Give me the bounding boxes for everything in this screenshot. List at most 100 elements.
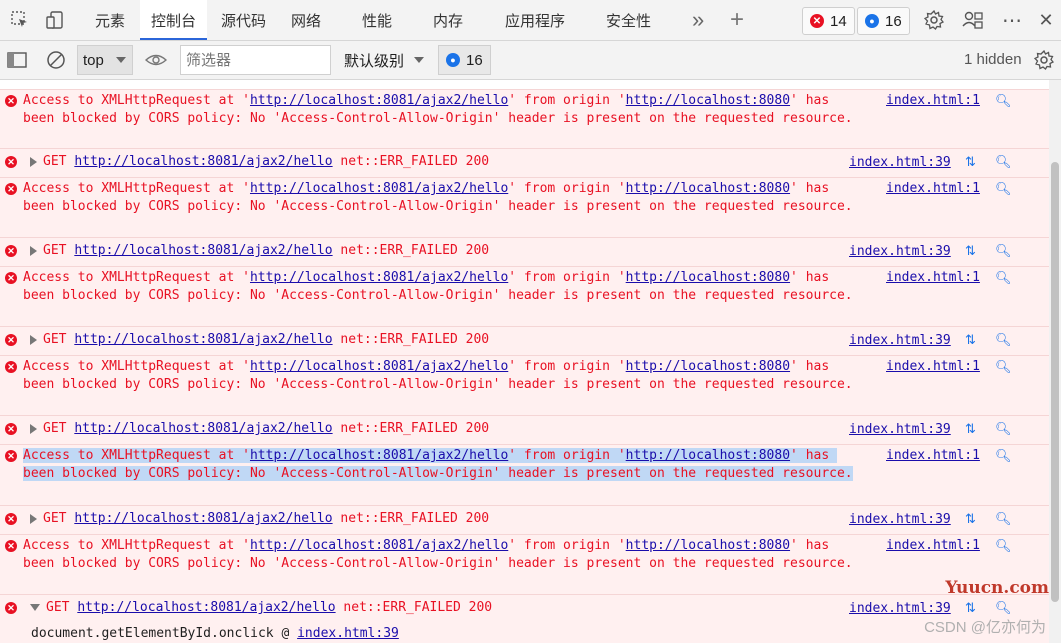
cors-error-message[interactable]: ✕ Access to XMLHttpRequest at 'http://loc…	[0, 534, 1049, 594]
search-icon[interactable]: 🔍︎	[995, 332, 1012, 348]
log-level-dropdown[interactable]: 默认级别	[344, 45, 425, 75]
expand-triangle-down-icon[interactable]	[30, 604, 40, 611]
more-options-icon[interactable]: ⋯	[1001, 9, 1023, 32]
tab-elements[interactable]: 元素	[95, 0, 125, 40]
clear-console-icon[interactable]	[45, 49, 67, 71]
request-url-link[interactable]: http://localhost:8081/ajax2/hello	[74, 332, 332, 347]
get-request-line[interactable]: GET http://localhost:8081/ajax2/hello ne…	[30, 154, 489, 169]
search-icon[interactable]: 🔍︎	[995, 421, 1012, 437]
search-icon[interactable]: 🔍︎	[995, 181, 1012, 197]
tab-sources[interactable]: 源代码	[221, 0, 266, 40]
source-link[interactable]: index.html:39	[849, 244, 951, 259]
scrollbar-thumb[interactable]	[1051, 162, 1059, 602]
expand-triangle-icon[interactable]	[30, 334, 37, 345]
errors-count-badge[interactable]: ✕ 14	[802, 7, 855, 35]
origin-url-link[interactable]: http://localhost:8080	[626, 93, 790, 108]
origin-url-link[interactable]: http://localhost:8080	[626, 359, 790, 374]
source-link[interactable]: index.html:1	[886, 93, 980, 108]
search-icon[interactable]: 🔍︎	[995, 154, 1012, 170]
settings-gear-icon[interactable]	[923, 9, 945, 31]
inspect-element-icon[interactable]	[9, 9, 31, 31]
request-url-link[interactable]: http://localhost:8081/ajax2/hello	[74, 243, 332, 258]
cors-error-message[interactable]: ✕ Access to XMLHttpRequest at 'http://loc…	[0, 89, 1049, 148]
close-devtools-icon[interactable]: ✕	[1035, 9, 1057, 31]
console-scrollbar[interactable]	[1049, 80, 1061, 643]
tab-network[interactable]: 网络	[291, 0, 321, 40]
tab-application[interactable]: 应用程序	[505, 0, 565, 40]
network-request-icon[interactable]: ⇅	[965, 332, 976, 348]
source-link[interactable]: index.html:39	[849, 333, 951, 348]
search-icon[interactable]: 🔍︎	[995, 270, 1012, 286]
connected-devices-icon[interactable]	[962, 9, 984, 31]
cors-error-message[interactable]: ✕ Access to XMLHttpRequest at 'http://loc…	[0, 444, 1049, 505]
live-expression-eye-icon[interactable]	[145, 49, 167, 71]
network-error-message[interactable]: ✕ GET http://localhost:8081/ajax2/hello n…	[0, 148, 1049, 177]
expand-triangle-icon[interactable]	[30, 245, 37, 256]
add-tab-button[interactable]: +	[730, 0, 744, 40]
expand-triangle-icon[interactable]	[30, 513, 37, 524]
request-url-link[interactable]: http://localhost:8081/ajax2/hello	[250, 538, 508, 553]
cors-error-message[interactable]: ✕ Access to XMLHttpRequest at 'http://loc…	[0, 266, 1049, 326]
search-icon[interactable]: 🔍︎	[995, 243, 1012, 259]
console-settings-icon[interactable]	[1033, 49, 1055, 71]
search-icon[interactable]: 🔍︎	[995, 448, 1012, 464]
origin-url-link[interactable]: http://localhost:8080	[626, 181, 790, 196]
filter-input[interactable]	[180, 45, 331, 75]
expand-triangle-icon[interactable]	[30, 423, 37, 434]
messages-count-badge[interactable]: ● 16	[857, 7, 910, 35]
search-icon[interactable]: 🔍︎	[995, 93, 1012, 109]
context-selector[interactable]: top	[77, 45, 133, 75]
source-link[interactable]: index.html:1	[886, 538, 980, 553]
network-request-icon[interactable]: ⇅	[965, 243, 976, 259]
search-icon[interactable]: 🔍︎	[995, 538, 1012, 554]
network-request-icon[interactable]: ⇅	[965, 600, 976, 616]
network-request-icon[interactable]: ⇅	[965, 421, 976, 437]
issues-count-button[interactable]: ● 16	[438, 45, 491, 75]
request-url-link[interactable]: http://localhost:8081/ajax2/hello	[77, 600, 335, 615]
request-url-link[interactable]: http://localhost:8081/ajax2/hello	[74, 511, 332, 526]
get-request-line[interactable]: GET http://localhost:8081/ajax2/hello ne…	[30, 243, 489, 258]
origin-url-link[interactable]: http://localhost:8080	[626, 448, 790, 463]
toggle-sidebar-icon[interactable]	[6, 49, 28, 71]
get-request-line[interactable]: GET http://localhost:8081/ajax2/hello ne…	[30, 600, 492, 615]
tab-console[interactable]: 控制台	[140, 0, 208, 40]
search-icon[interactable]: 🔍︎	[995, 600, 1012, 616]
get-request-line[interactable]: GET http://localhost:8081/ajax2/hello ne…	[30, 511, 489, 526]
origin-url-link[interactable]: http://localhost:8080	[626, 270, 790, 285]
network-request-icon[interactable]: ⇅	[965, 154, 976, 170]
cors-error-message[interactable]: ✕ Access to XMLHttpRequest at 'http://loc…	[0, 177, 1049, 237]
cors-error-message[interactable]: ✕ Access to XMLHttpRequest at 'http://loc…	[0, 355, 1049, 415]
network-error-message[interactable]: ✕ GET http://localhost:8081/ajax2/hello n…	[0, 505, 1049, 534]
search-icon[interactable]: 🔍︎	[995, 359, 1012, 375]
source-link[interactable]: index.html:1	[886, 448, 980, 463]
source-link[interactable]: index.html:39	[849, 155, 951, 170]
more-tabs-button[interactable]: »	[692, 0, 704, 40]
request-url-link[interactable]: http://localhost:8081/ajax2/hello	[74, 154, 332, 169]
stack-source-link[interactable]: index.html:39	[297, 626, 399, 641]
get-request-line[interactable]: GET http://localhost:8081/ajax2/hello ne…	[30, 332, 489, 347]
source-link[interactable]: index.html:1	[886, 181, 980, 196]
source-link[interactable]: index.html:39	[849, 422, 951, 437]
request-url-link[interactable]: http://localhost:8081/ajax2/hello	[74, 421, 332, 436]
source-link[interactable]: index.html:39	[849, 601, 951, 616]
network-request-icon[interactable]: ⇅	[965, 511, 976, 527]
tab-performance[interactable]: 性能	[362, 0, 392, 40]
expand-triangle-icon[interactable]	[30, 156, 37, 167]
device-emulation-icon[interactable]	[45, 9, 67, 31]
get-request-line[interactable]: GET http://localhost:8081/ajax2/hello ne…	[30, 421, 489, 436]
network-error-message[interactable]: ✕ GET http://localhost:8081/ajax2/hello n…	[0, 415, 1049, 444]
network-error-message[interactable]: ✕ GET http://localhost:8081/ajax2/hello n…	[0, 326, 1049, 355]
tab-security[interactable]: 安全性	[606, 0, 651, 40]
origin-url-link[interactable]: http://localhost:8080	[626, 538, 790, 553]
network-error-message[interactable]: ✕ GET http://localhost:8081/ajax2/hello n…	[0, 594, 1049, 643]
request-url-link[interactable]: http://localhost:8081/ajax2/hello	[250, 359, 508, 374]
source-link[interactable]: index.html:39	[849, 512, 951, 527]
tab-memory[interactable]: 内存	[433, 0, 463, 40]
source-link[interactable]: index.html:1	[886, 270, 980, 285]
request-url-link[interactable]: http://localhost:8081/ajax2/hello	[250, 448, 508, 463]
source-link[interactable]: index.html:1	[886, 359, 980, 374]
search-icon[interactable]: 🔍︎	[995, 511, 1012, 527]
request-url-link[interactable]: http://localhost:8081/ajax2/hello	[250, 93, 508, 108]
request-url-link[interactable]: http://localhost:8081/ajax2/hello	[250, 270, 508, 285]
network-error-message[interactable]: ✕ GET http://localhost:8081/ajax2/hello n…	[0, 237, 1049, 266]
